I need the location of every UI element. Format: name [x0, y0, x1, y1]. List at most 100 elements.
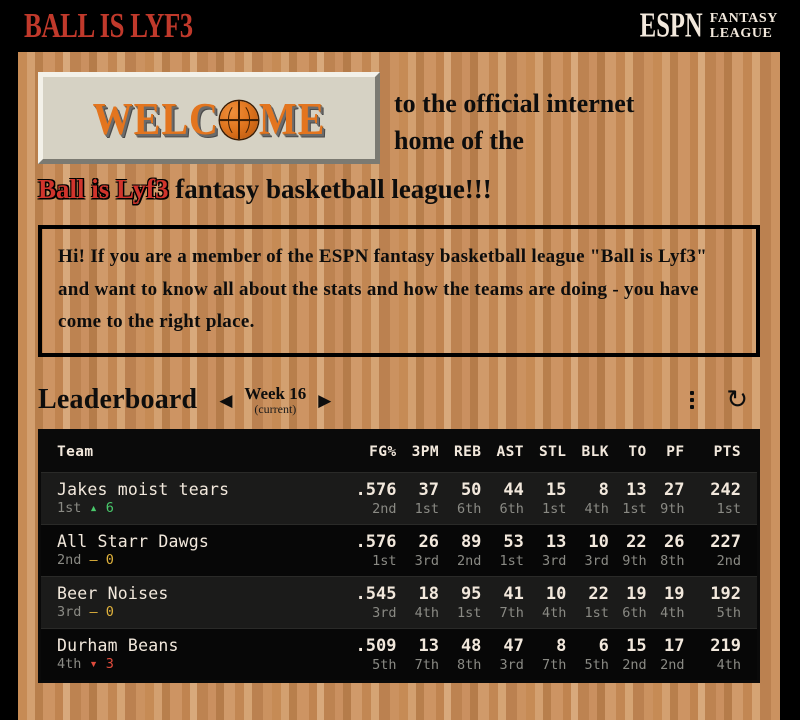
stat-value: 95 — [460, 583, 482, 604]
cell-pf: 27 9th — [647, 473, 685, 525]
cell-pts: 242 1st — [684, 473, 757, 525]
stat-rank: 5th — [372, 656, 397, 673]
column-header-reb[interactable]: REB — [438, 432, 482, 473]
tagline: Ball is Lyf3 fantasy basketball league!!… — [30, 164, 768, 207]
stat-rank: 4th — [716, 656, 741, 673]
cell-ast: 53 1st — [481, 525, 524, 577]
stat-value: .545 — [355, 583, 397, 604]
refresh-icon[interactable]: ↻ — [726, 387, 748, 413]
team-place: 4th — [57, 656, 90, 672]
stat-value: 10 — [588, 532, 609, 553]
stat-value: 19 — [626, 583, 647, 604]
cell-team[interactable]: Beer Noises 3rd – 0 — [41, 576, 333, 628]
table-row[interactable]: Jakes moist tears 1st ▴ 6.576 2nd 37 1st 50 6t… — [41, 472, 757, 525]
table-row[interactable]: Beer Noises 3rd – 0.545 3rd 18 4th 95 1st 41 7th… — [41, 576, 757, 629]
team-place: 2nd — [57, 552, 90, 569]
stat-rank: 4th — [660, 604, 685, 621]
cell-stl: 8 7th — [524, 628, 566, 679]
hero-copy: to the official internet home of the — [394, 68, 760, 160]
cell-stl: 13 3rd — [524, 525, 566, 577]
table-row[interactable]: Durham Beans 4th ▾ 3.509 5th 13 7th 48 8th 47 3r… — [41, 628, 757, 680]
tagline-rest: fantasy basketball league!!! — [168, 174, 492, 204]
basketball-icon — [219, 99, 258, 139]
stat-value: 10 — [545, 583, 567, 604]
stat-value: 26 — [663, 532, 685, 553]
hero-section: WELC ME to the official internet home of … — [30, 52, 768, 164]
cell-reb: 95 1st — [439, 576, 481, 628]
cell-team[interactable]: All Starr Dawgs 2nd – 0 — [41, 525, 333, 577]
column-header-3pm[interactable]: 3PM — [396, 432, 439, 473]
cell-3pm: 37 1st — [396, 473, 439, 525]
week-number: Week 16 — [244, 383, 307, 403]
cell-to: 13 1st — [609, 473, 647, 525]
stat-value: 44 — [503, 480, 524, 501]
week-label: Week 16 (current) — [244, 385, 306, 415]
stat-rank: 9th — [660, 500, 685, 517]
espn-wordmark: ESPN — [639, 6, 703, 45]
previous-week-button[interactable]: ◀ — [219, 392, 232, 409]
hero-line-1: to the official internet — [394, 89, 635, 118]
stat-value: 17 — [663, 635, 685, 656]
stat-rank: 3rd — [584, 552, 609, 569]
column-header-to[interactable]: TO — [608, 432, 647, 473]
cell-3pm: 18 4th — [396, 576, 439, 628]
stat-value: 41 — [503, 583, 524, 604]
stat-rank: 9th — [622, 552, 647, 569]
stat-value: 22 — [626, 532, 647, 553]
cell-to: 22 9th — [609, 525, 647, 577]
stat-value: 26 — [418, 532, 439, 553]
stat-value: 227 — [710, 532, 741, 553]
cell-fg-: .576 1st — [333, 525, 397, 577]
table-row[interactable]: All Starr Dawgs 2nd – 0.576 1st 26 3rd 89 2nd 5… — [41, 524, 757, 577]
stat-rank: 4th — [584, 500, 609, 517]
stat-value: 37 — [418, 480, 439, 501]
stat-value: 18 — [418, 583, 439, 604]
cell-blk: 22 1st — [566, 576, 608, 628]
stat-rank: 1st — [622, 500, 647, 517]
next-week-button[interactable]: ▶ — [318, 392, 331, 409]
intro-infobox: Hi! If you are a member of the ESPN fant… — [38, 225, 760, 358]
stat-value: 219 — [710, 635, 741, 656]
column-header-team[interactable]: Team — [41, 432, 333, 473]
stat-rank: 6th — [499, 500, 524, 517]
column-header-fg-pct[interactable]: FG% — [332, 432, 397, 473]
cell-blk: 6 5th — [566, 628, 608, 679]
column-header-stl[interactable]: STL — [523, 432, 567, 473]
stat-rank: 6th — [457, 500, 482, 517]
cell-pf: 26 8th — [647, 525, 685, 577]
stat-value: 53 — [503, 532, 524, 553]
team-place: 3rd — [57, 604, 90, 621]
cell-pts: 192 5th — [684, 576, 757, 628]
cell-team[interactable]: Durham Beans 4th ▾ 3 — [41, 628, 333, 679]
column-header-pts[interactable]: PTS — [684, 432, 757, 473]
column-header-ast[interactable]: AST — [481, 432, 524, 473]
cell-team[interactable]: Jakes moist tears 1st ▴ 6 — [41, 473, 333, 525]
stat-value: 192 — [710, 583, 741, 604]
column-header-pf[interactable]: PF — [646, 432, 685, 473]
cell-pf: 17 2nd — [647, 628, 685, 679]
week-status: (current) — [254, 401, 297, 416]
stat-rank: 1st — [457, 604, 482, 621]
stat-rank: 4th — [414, 604, 439, 621]
stat-rank: 3rd — [499, 656, 524, 673]
team-name: All Starr Dawgs — [57, 532, 210, 552]
stat-value: 47 — [503, 635, 524, 656]
column-header-blk[interactable]: BLK — [566, 432, 609, 473]
stat-value: 15 — [545, 480, 567, 501]
site-title: BALL IS LYF3 — [24, 5, 193, 46]
stat-rank: 8th — [457, 656, 482, 673]
cell-ast: 44 6th — [481, 473, 524, 525]
cell-fg-: .545 3rd — [333, 576, 397, 628]
stat-rank: 3rd — [541, 552, 567, 569]
intro-infobox-text: Hi! If you are a member of the ESPN fant… — [58, 246, 708, 333]
stat-value: 13 — [626, 480, 647, 501]
cell-pts: 219 4th — [684, 628, 757, 679]
stat-rank: 7th — [499, 604, 524, 621]
cell-fg-: .509 5th — [333, 628, 397, 679]
team-place: 1st — [57, 500, 90, 517]
rank-movement-indicator: – 0 — [89, 552, 114, 569]
rank-movement-indicator: ▾ 3 — [89, 656, 114, 672]
leaderboard-actions: ↻ — [686, 387, 760, 413]
kebab-menu-icon[interactable] — [686, 389, 698, 411]
welcome-banner-text: WELC ME — [93, 91, 326, 145]
